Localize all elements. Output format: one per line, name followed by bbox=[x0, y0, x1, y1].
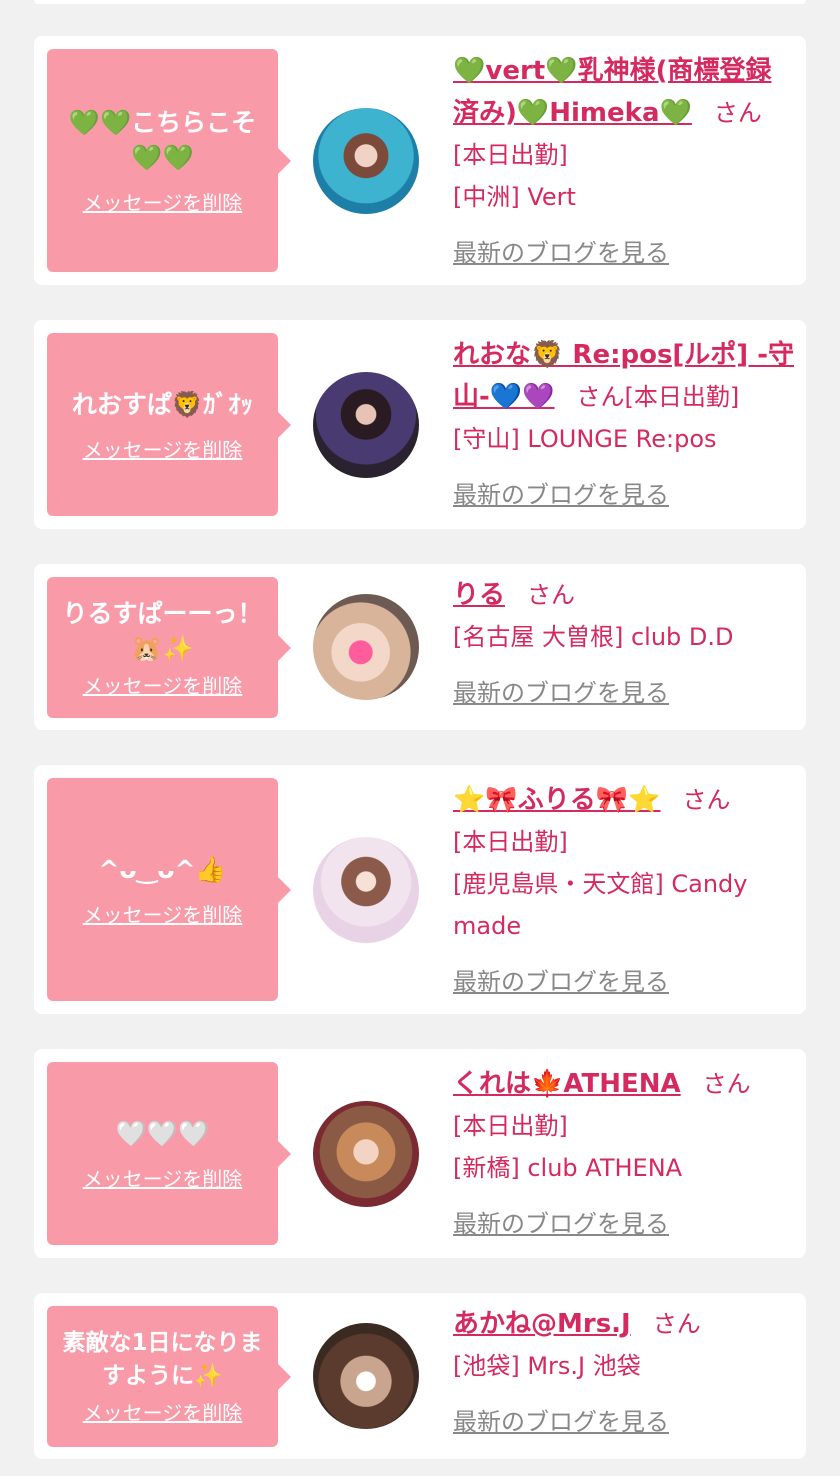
avatar[interactable] bbox=[313, 594, 419, 700]
cast-info: あかね@Mrs.J さん [池袋] Mrs.J 池袋 最新のブログを見る bbox=[453, 1303, 795, 1443]
message-text: ^ᴗ‿ᴗ^👍 bbox=[98, 854, 227, 884]
message-bubble: 💚💚こちらこそ💚💚 メッセージを削除 bbox=[47, 49, 291, 272]
message-bubble: ^ᴗ‿ᴗ^👍 メッセージを削除 bbox=[47, 778, 291, 1001]
delete-message-link[interactable]: メッセージを削除 bbox=[83, 1397, 243, 1426]
latest-blog-link[interactable]: 最新のブログを見る bbox=[453, 672, 795, 714]
delete-message-link[interactable]: メッセージを削除 bbox=[83, 1163, 243, 1192]
info-line: [本日出勤] bbox=[453, 141, 568, 169]
info-line: [本日出勤] bbox=[624, 383, 740, 411]
message-text: 素敵な1日になりますように✨ bbox=[62, 1330, 263, 1389]
latest-blog-link[interactable]: 最新のブログを見る bbox=[453, 1401, 795, 1443]
delete-message-link[interactable]: メッセージを削除 bbox=[83, 434, 243, 463]
cast-info: 💚vert💚乳神様(商標登録済み)💚Himeka💚 さん [本日出勤] [中洲] … bbox=[453, 50, 795, 274]
delete-message-link[interactable]: メッセージを削除 bbox=[83, 187, 243, 216]
honorific: さん bbox=[682, 786, 731, 814]
info-line: [池袋] Mrs.J 池袋 bbox=[453, 1352, 641, 1380]
message-card: 💚💚こちらこそ💚💚 メッセージを削除 💚vert💚乳神様(商標登録済み)💚Him… bbox=[34, 36, 806, 285]
avatar[interactable] bbox=[313, 837, 419, 943]
honorific: さん bbox=[527, 581, 576, 609]
info-line: [中洲] Vert bbox=[453, 183, 576, 211]
message-text: 💚💚こちらこそ💚💚 bbox=[68, 108, 257, 172]
latest-blog-link[interactable]: 最新のブログを見る bbox=[453, 1203, 795, 1245]
info-line: [守山] LOUNGE Re:pos bbox=[453, 425, 717, 453]
message-text: れおすぱ🦁ｶﾞｵｯ bbox=[71, 389, 254, 419]
info-line: [鹿児島県・天文館] Candy made bbox=[453, 870, 748, 940]
cast-info: ⭐🎀ふりる🎀⭐ さん [本日出勤] [鹿児島県・天文館] Candy made 最… bbox=[453, 779, 795, 1003]
message-card: ^ᴗ‿ᴗ^👍 メッセージを削除 ⭐🎀ふりる🎀⭐ さん [本日出勤] [鹿児島県・天… bbox=[34, 765, 806, 1014]
honorific: さん bbox=[702, 1070, 751, 1098]
info-line: [名古屋 大曽根] club D.D bbox=[453, 623, 734, 651]
message-bubble: りるすぱーーっ！🐹✨ メッセージを削除 bbox=[47, 577, 291, 718]
cast-info: れおな🦁 Re:pos[ルポ] -守山-💙💜 さん[本日出勤] [守山] LOUN… bbox=[453, 334, 795, 516]
honorific: さん bbox=[713, 99, 762, 127]
message-bubble: 🤍🤍🤍 メッセージを削除 bbox=[47, 1062, 291, 1245]
cast-name-link[interactable]: りる bbox=[453, 580, 505, 610]
info-line: [新橋] club ATHENA bbox=[453, 1154, 683, 1182]
latest-blog-link[interactable]: 最新のブログを見る bbox=[453, 232, 795, 274]
message-bubble: 素敵な1日になりますように✨ メッセージを削除 bbox=[47, 1306, 291, 1447]
cast-name-link[interactable]: ⭐🎀ふりる🎀⭐ bbox=[453, 785, 661, 815]
message-text: りるすぱーーっ！🐹✨ bbox=[62, 599, 263, 663]
info-line: [本日出勤] bbox=[453, 828, 568, 856]
previous-card-edge bbox=[34, 0, 806, 4]
cast-name-link[interactable]: くれは🍁ATHENA bbox=[453, 1069, 681, 1099]
message-text: 🤍🤍🤍 bbox=[115, 1118, 210, 1148]
message-bubble: れおすぱ🦁ｶﾞｵｯ メッセージを削除 bbox=[47, 333, 291, 516]
avatar[interactable] bbox=[313, 108, 419, 214]
avatar[interactable] bbox=[313, 1101, 419, 1207]
avatar[interactable] bbox=[313, 372, 419, 478]
latest-blog-link[interactable]: 最新のブログを見る bbox=[453, 961, 795, 1003]
cast-name-link[interactable]: あかね@Mrs.J bbox=[453, 1309, 631, 1339]
cast-info: くれは🍁ATHENA さん [本日出勤] [新橋] club ATHENA 最新の… bbox=[453, 1063, 795, 1245]
message-card: 素敵な1日になりますように✨ メッセージを削除 あかね@Mrs.J さん [池袋]… bbox=[34, 1293, 806, 1459]
honorific: さん bbox=[576, 383, 625, 411]
message-card: 🤍🤍🤍 メッセージを削除 くれは🍁ATHENA さん [本日出勤] [新橋] cl… bbox=[34, 1049, 806, 1258]
delete-message-link[interactable]: メッセージを削除 bbox=[83, 670, 243, 699]
message-card: れおすぱ🦁ｶﾞｵｯ メッセージを削除 れおな🦁 Re:pos[ルポ] -守山-💙… bbox=[34, 320, 806, 529]
avatar[interactable] bbox=[313, 1323, 419, 1429]
honorific: さん bbox=[652, 1310, 701, 1338]
latest-blog-link[interactable]: 最新のブログを見る bbox=[453, 474, 795, 516]
cast-info: りる さん [名古屋 大曽根] club D.D 最新のブログを見る bbox=[453, 574, 795, 714]
message-card: りるすぱーーっ！🐹✨ メッセージを削除 りる さん [名古屋 大曽根] club … bbox=[34, 564, 806, 730]
info-line: [本日出勤] bbox=[453, 1112, 568, 1140]
delete-message-link[interactable]: メッセージを削除 bbox=[83, 899, 243, 928]
